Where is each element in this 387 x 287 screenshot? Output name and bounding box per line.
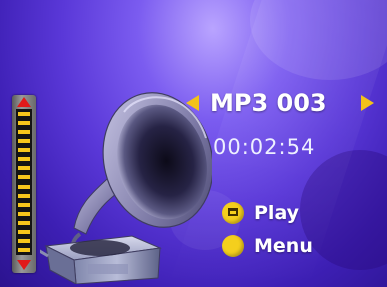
- volume-down-arrow-icon[interactable]: [17, 260, 31, 270]
- volume-segment: [18, 175, 30, 180]
- menu-label: Menu: [254, 235, 313, 257]
- track-title: MP3 003: [210, 89, 327, 117]
- volume-segment: [18, 138, 30, 143]
- volume-segment: [18, 211, 30, 216]
- menu-key-icon: [222, 235, 244, 257]
- volume-up-arrow-icon[interactable]: [17, 97, 31, 107]
- next-track-button[interactable]: [361, 95, 374, 111]
- volume-segment: [18, 202, 30, 207]
- volume-segment: [18, 230, 30, 235]
- play-key-icon: [222, 202, 244, 224]
- volume-level-track: [16, 109, 32, 255]
- volume-slider[interactable]: [12, 95, 36, 273]
- volume-segment: [18, 221, 30, 226]
- volume-segment: [18, 120, 30, 125]
- volume-segment: [18, 157, 30, 162]
- volume-segment: [18, 148, 30, 153]
- play-label: Play: [254, 202, 300, 224]
- previous-track-button[interactable]: [186, 95, 199, 111]
- volume-segment: [18, 111, 30, 116]
- volume-segment: [18, 184, 30, 189]
- menu-button[interactable]: Menu: [222, 232, 313, 260]
- volume-segment: [18, 166, 30, 171]
- volume-segment: [18, 248, 30, 253]
- elapsed-time: 00:02:54: [213, 135, 316, 159]
- volume-segment: [18, 129, 30, 134]
- media-player-screen: MP3 003 00:02:54 Play Menu: [0, 0, 387, 287]
- volume-segment: [18, 193, 30, 198]
- play-button[interactable]: Play: [222, 199, 299, 227]
- volume-segment: [18, 239, 30, 244]
